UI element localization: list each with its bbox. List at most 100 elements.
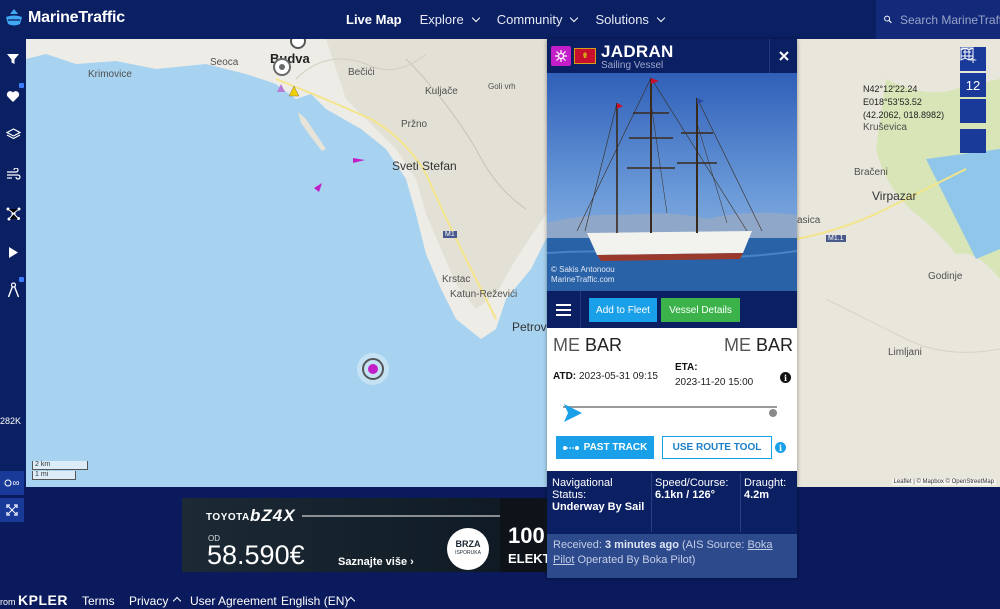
ad-model: bZ4X [250,506,296,525]
top-navigation: MarineTraffic Live Map Explore Community… [0,0,1000,39]
map-label-braceni: Brаčeni [854,167,888,178]
departure-port[interactable]: ME BAR [553,335,622,356]
decimal-coordinates: (42.2062, 018.8982) [863,110,945,120]
footer: rom KPLER Terms Privacy User Agreement E… [0,592,1000,609]
lock-icon [19,277,24,282]
vessel-marker-icon[interactable] [312,181,324,193]
speed-course: Speed/Course: 6.1kn / 126° [655,477,743,501]
weather-button[interactable] [0,157,26,191]
ad-price: 58.590€ [207,540,305,570]
layers-button[interactable] [0,118,26,152]
ad-badge: BRZA ISPORUKA [447,528,489,570]
kpler-logo[interactable]: KPLER [18,592,68,608]
nav-explore[interactable]: Explore [419,12,480,27]
zoom-out-button[interactable] [960,47,986,123]
nav-community-label: Community [496,12,563,27]
chevron-up-icon [172,596,182,606]
close-button[interactable] [769,39,797,73]
scale-mi: 1 mi [32,471,76,480]
measure-button[interactable] [0,273,26,307]
vessel-actions-bar: Add to Fleet Vessel Details [547,291,797,328]
draught-label: Draught: [744,477,787,489]
map-label-krstac: Krstac [442,274,471,285]
ad-badge-line2: ISPORUKA [455,550,481,556]
port-budva-icon[interactable] [272,57,292,77]
ops-toggle-button[interactable]: ∞ [0,471,24,495]
longitude-dms: E018°53'53.52 [863,97,922,107]
search-box [876,0,1000,39]
ad-main: TOYOTA bZ4X OD 58.590€ Saznajte više › B… [182,498,500,572]
received-time: 3 minutes ago [604,539,679,551]
filter-button[interactable] [0,42,26,76]
map-label-krimovice: Krimovice [88,69,132,80]
zoom-level: 12 [960,73,986,97]
route-tool-info-icon[interactable]: i [775,442,786,453]
map-attribution[interactable]: Leaflet | © Mapbox © OpenStreetMap [891,479,996,485]
footer-language-selector[interactable]: English (EN) [281,594,348,608]
nav-solutions[interactable]: Solutions [595,12,666,27]
live-map[interactable]: Budva Seoca Krimovice Bečići Kuljače Gol… [26,39,1000,487]
road-badge-m1: M1 [443,231,457,238]
map-label-kuljace: Kuljače [425,86,458,97]
ad-secondary: 100 ELEKT [500,498,547,572]
compass-icon [7,282,19,298]
map-label-kruseica: Kruševica [863,122,907,133]
map-label-petrov: Petrov [512,320,547,334]
my-fleet-button[interactable] [0,79,26,113]
map-label-goli-vrh: Goli vrh [488,82,516,91]
vessel-name: JADRAN [601,42,674,61]
density-button[interactable] [0,196,26,230]
destination-dot [769,409,777,417]
vessel-menu-button[interactable] [547,291,581,328]
vessel-marker-icon[interactable] [352,155,366,165]
vessel-details-button[interactable]: Vessel Details [661,298,740,322]
road-badge-m1-1: M1.1 [826,235,846,242]
map-label-becici: Bečići [348,67,375,78]
operated-by: Operated By Boka Pilot) [577,554,696,566]
layers-icon [5,128,21,140]
logo[interactable]: MarineTraffic [4,8,125,28]
eta-value: 2023-11-20 15:00 [675,377,754,388]
nav-status: Navigational Status: Underway By Sail [552,477,648,513]
atd-value: 2023-05-31 09:15 [579,371,658,382]
nav-live-map[interactable]: Live Map [346,12,402,27]
map-style-button[interactable] [960,47,986,153]
past-track-button[interactable]: PAST TRACK [556,436,654,459]
hamburger-icon [556,303,571,306]
nav-solutions-label: Solutions [595,12,649,27]
cursor-coordinates: N42°12'22.24 E018°53'53.52 (42.2062, 018… [863,83,944,122]
footer-terms-link[interactable]: Terms [82,594,115,608]
vessel-type-badge [551,46,571,66]
voyage-progress-arrow-icon [564,404,582,422]
arrival-port[interactable]: ME BAR [724,335,793,356]
draught: Draught: 4.2m [744,477,796,501]
footer-user-agreement-link[interactable]: User Agreement [190,594,277,608]
lock-icon [19,83,24,88]
selected-vessel-marker-icon[interactable] [356,352,390,386]
port-marker-icon[interactable] [288,39,308,49]
eta-info-icon[interactable]: i [780,372,791,383]
nav-explore-label: Explore [419,12,464,27]
wind-icon [6,167,21,180]
map-label-katun-rezevici: Katun-Reževići [450,289,518,300]
footer-privacy-link[interactable]: Privacy [129,594,168,608]
ais-source-label: (AIS Source: [682,539,745,551]
app-name: MarineTraffic [28,9,125,26]
vessel-photo[interactable]: © Sakis Antonoou MarineTraffic.com [547,73,797,291]
search-input[interactable] [900,12,1000,27]
route-tool-button[interactable]: USE ROUTE TOOL [662,436,772,459]
vessel-type: Sailing Vessel [601,60,664,71]
advertisement-banner[interactable]: TOYOTA bZ4X OD 58.590€ Saznajte više › B… [182,498,547,572]
voyage-progress-bar [563,406,777,408]
eta-label: ETA: [675,362,698,373]
position-received-info: Received: 3 minutes ago (AIS Source: Bok… [547,534,797,578]
vessel-marker-icon[interactable] [288,85,300,97]
playback-button[interactable] [0,235,26,269]
add-to-fleet-button[interactable]: Add to Fleet [589,298,657,322]
ad-cta[interactable]: Saznajte više › [338,556,414,568]
vessel-stats: Navigational Status: Underway By Sail Sp… [547,471,797,534]
fullscreen-button[interactable] [0,498,24,522]
vessel-marker-icon[interactable] [276,83,286,93]
draught-value: 4.2m [744,489,770,501]
nav-community[interactable]: Community [496,12,579,27]
